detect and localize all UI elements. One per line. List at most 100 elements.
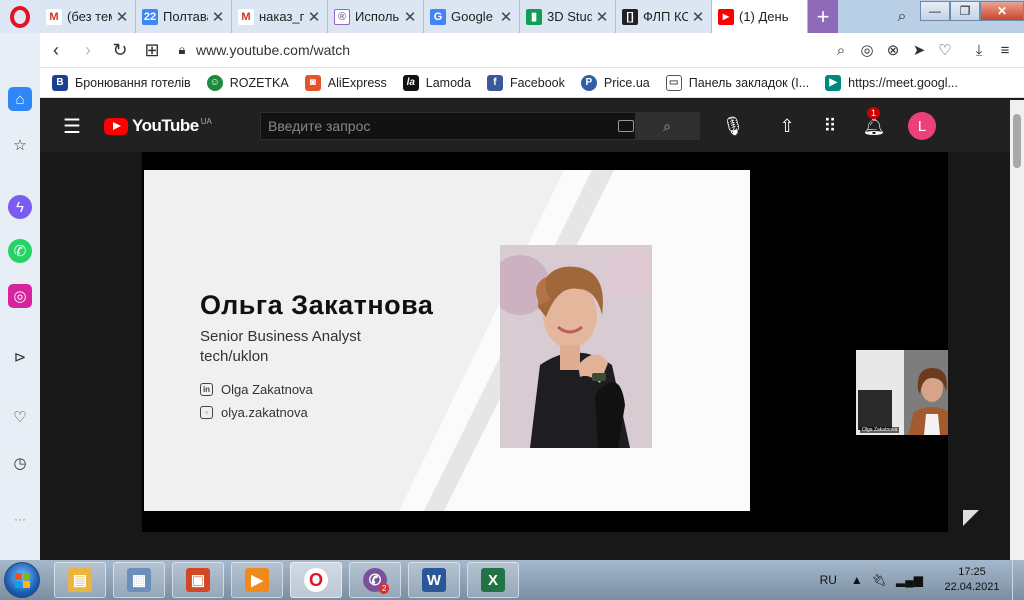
back-icon[interactable]: ‹ xyxy=(40,40,72,61)
search-input[interactable]: Введите запрос ⌕ xyxy=(260,112,700,140)
fullscreen-corner-icon[interactable] xyxy=(962,509,980,527)
tab-close-icon[interactable]: ✕ xyxy=(595,8,609,26)
bookmark-rozetka[interactable]: ☺ ROZETKA xyxy=(206,74,289,91)
easy-setup-icon[interactable]: ≡ xyxy=(992,42,1018,59)
aliexpress-icon: ◙ xyxy=(304,74,321,91)
search-tabs-icon[interactable]: ⌕ xyxy=(884,8,920,26)
bookmark-facebook[interactable]: f Facebook xyxy=(486,74,565,91)
zoom-icon[interactable]: ⌕ xyxy=(828,42,854,59)
hamburger-menu-icon[interactable]: ☰ xyxy=(40,114,104,139)
upload-icon[interactable]: ⇧ xyxy=(766,116,808,137)
folder-icon: ▭ xyxy=(665,74,682,91)
gmail-icon: M xyxy=(46,8,62,25)
tab-close-icon[interactable]: ✕ xyxy=(115,8,129,26)
youtube-page: ☰ YouTube UA Введите запрос ⌕ 🎙︎ ⇧ ⠿ 🔔︎ 1… xyxy=(40,100,1010,560)
taskbar-powerpoint[interactable]: ▣ xyxy=(172,562,224,598)
start-button[interactable] xyxy=(4,562,40,598)
messenger-icon[interactable]: ϟ xyxy=(8,195,32,219)
bookmark-booking[interactable]: B Бронювання готелів xyxy=(52,74,191,91)
instagram-row: ◦ olya.zakatnova xyxy=(200,405,308,420)
tab-close-icon[interactable]: ✕ xyxy=(211,8,225,26)
apps-grid-icon[interactable]: ⠿ xyxy=(808,116,852,137)
instagram-icon[interactable]: ◎ xyxy=(8,284,32,308)
bookmark-label: Панель закладок (I... xyxy=(688,75,810,90)
maximize-button[interactable]: ❐ xyxy=(950,0,980,21)
new-tab-button[interactable]: + xyxy=(808,0,838,33)
history-clock-icon[interactable]: ◷ xyxy=(8,451,32,475)
scrollbar-thumb[interactable] xyxy=(1013,114,1021,168)
bookmark-label: Бронювання готелів xyxy=(75,75,191,90)
facebook-icon: f xyxy=(486,74,503,91)
taskbar-media-player[interactable]: ▶ xyxy=(231,562,283,598)
more-icon[interactable]: ··· xyxy=(8,507,32,531)
reload-icon[interactable]: ↻ xyxy=(104,40,136,61)
tab-youtube[interactable]: ▶ (1) День xyxy=(712,0,808,33)
microphone-icon[interactable]: 🎙︎ xyxy=(700,116,766,137)
bookmarks-star-icon[interactable]: ☆ xyxy=(8,133,32,157)
clock[interactable]: 17:25 22.04.2021 xyxy=(932,565,1012,595)
tab-close-icon[interactable]: ✕ xyxy=(307,8,321,26)
taskbar-viber[interactable]: ✆ 2 xyxy=(349,562,401,598)
forward-icon[interactable]: › xyxy=(72,40,104,61)
tab-close-icon[interactable]: ✕ xyxy=(499,8,513,26)
youtube-logo[interactable]: YouTube UA xyxy=(104,116,260,136)
bookmark-lamoda[interactable]: la Lamoda xyxy=(402,74,471,91)
taskbar-excel[interactable]: X xyxy=(467,562,519,598)
bookmark-price-ua[interactable]: P Price.ua xyxy=(580,74,650,91)
windows-taskbar: ▤ ▦ ▣ ▶ O ✆ 2 W X RU ▲ 🔌︎ ▂▄▆ 17:25 22.04… xyxy=(0,560,1024,600)
tab-3d-studio[interactable]: ▮ 3D Stud ✕ xyxy=(520,0,616,33)
youtube-header: ☰ YouTube UA Введите запрос ⌕ 🎙︎ ⇧ ⠿ 🔔︎ 1… xyxy=(40,100,1010,152)
bookmark-folder[interactable]: ▭ Панель закладок (I... xyxy=(665,74,810,91)
tabs-grid-icon[interactable]: ⊞ xyxy=(136,40,168,61)
show-desktop-button[interactable] xyxy=(1012,560,1024,600)
media-player-icon: ▶ xyxy=(245,568,269,592)
taskbar-word[interactable]: W xyxy=(408,562,460,598)
address-bar: ‹ › ↻ ⊞ 🔒︎ www.youtube.com/watch ⌕ ◎ ⊗ ➤… xyxy=(40,33,1024,68)
send-icon[interactable]: ➤ xyxy=(906,41,932,59)
minimize-button[interactable]: — xyxy=(920,0,950,21)
lock-icon[interactable]: 🔒︎ xyxy=(168,42,196,58)
whatsapp-icon[interactable]: ✆ xyxy=(8,239,32,263)
windows-logo-icon xyxy=(15,573,30,588)
registered-icon: ® xyxy=(334,8,350,25)
calculator-icon: ▦ xyxy=(127,568,151,592)
home-icon[interactable]: ⌂ xyxy=(8,87,32,111)
tab-gmail-1[interactable]: M (без тем ✕ xyxy=(40,0,136,33)
price-ua-icon: P xyxy=(580,74,597,91)
close-window-button[interactable]: ✕ xyxy=(980,0,1024,21)
avatar[interactable]: L xyxy=(908,112,936,140)
tab-google[interactable]: G Google ✕ xyxy=(424,0,520,33)
tab-close-icon[interactable]: ✕ xyxy=(691,8,705,26)
bookmark-aliexpress[interactable]: ◙ AliExpress xyxy=(304,74,387,91)
tab-gmail-2[interactable]: M наказ_п ✕ xyxy=(232,0,328,33)
snapshot-icon[interactable]: ◎ xyxy=(854,41,880,59)
adblock-icon[interactable]: ⊗ xyxy=(880,41,906,59)
tab-close-icon[interactable]: ✕ xyxy=(403,8,417,26)
taskbar-calculator[interactable]: ▦ xyxy=(113,562,165,598)
power-plug-icon[interactable]: 🔌︎ xyxy=(872,573,887,587)
bookmarks-bar: B Бронювання готелів ☺ ROZETKA ◙ AliExpress… xyxy=(40,68,1024,98)
heart-icon[interactable]: ♡ xyxy=(8,405,32,429)
url-field[interactable]: www.youtube.com/watch xyxy=(196,42,828,58)
language-indicator[interactable]: RU xyxy=(820,573,837,587)
show-hidden-icons-icon[interactable]: ▲ xyxy=(851,573,863,587)
keyboard-icon[interactable] xyxy=(618,120,634,132)
notifications-bell-icon[interactable]: 🔔︎ 1 xyxy=(852,106,896,137)
bookmark-google-meet[interactable]: ▶ https://meet.googl... xyxy=(825,74,958,91)
network-signal-icon[interactable]: ▂▄▆ xyxy=(896,573,923,587)
bookmark-label: Lamoda xyxy=(425,75,471,90)
linkedin-icon: in xyxy=(200,383,213,396)
search-button[interactable]: ⌕ xyxy=(635,112,699,140)
opera-menu-button[interactable] xyxy=(0,0,40,33)
heart-icon[interactable]: ♡ xyxy=(932,41,958,59)
taskbar-opera[interactable]: O xyxy=(290,562,342,598)
tab-calendar[interactable]: 22 Полтава ✕ xyxy=(136,0,232,33)
download-icon[interactable]: ⤓ xyxy=(966,42,992,59)
tab-registered[interactable]: ® Исполь ✕ xyxy=(328,0,424,33)
taskbar-explorer[interactable]: ▤ xyxy=(54,562,106,598)
player-icon[interactable]: ⊳ xyxy=(8,345,32,369)
tab-flp[interactable]: [] ФЛП КС ✕ xyxy=(616,0,712,33)
page-scrollbar[interactable] xyxy=(1010,100,1024,560)
video-player[interactable]: Ольга Закатнова Senior Business Analyst … xyxy=(142,152,948,532)
instagram-handle: olya.zakatnova xyxy=(221,405,308,420)
